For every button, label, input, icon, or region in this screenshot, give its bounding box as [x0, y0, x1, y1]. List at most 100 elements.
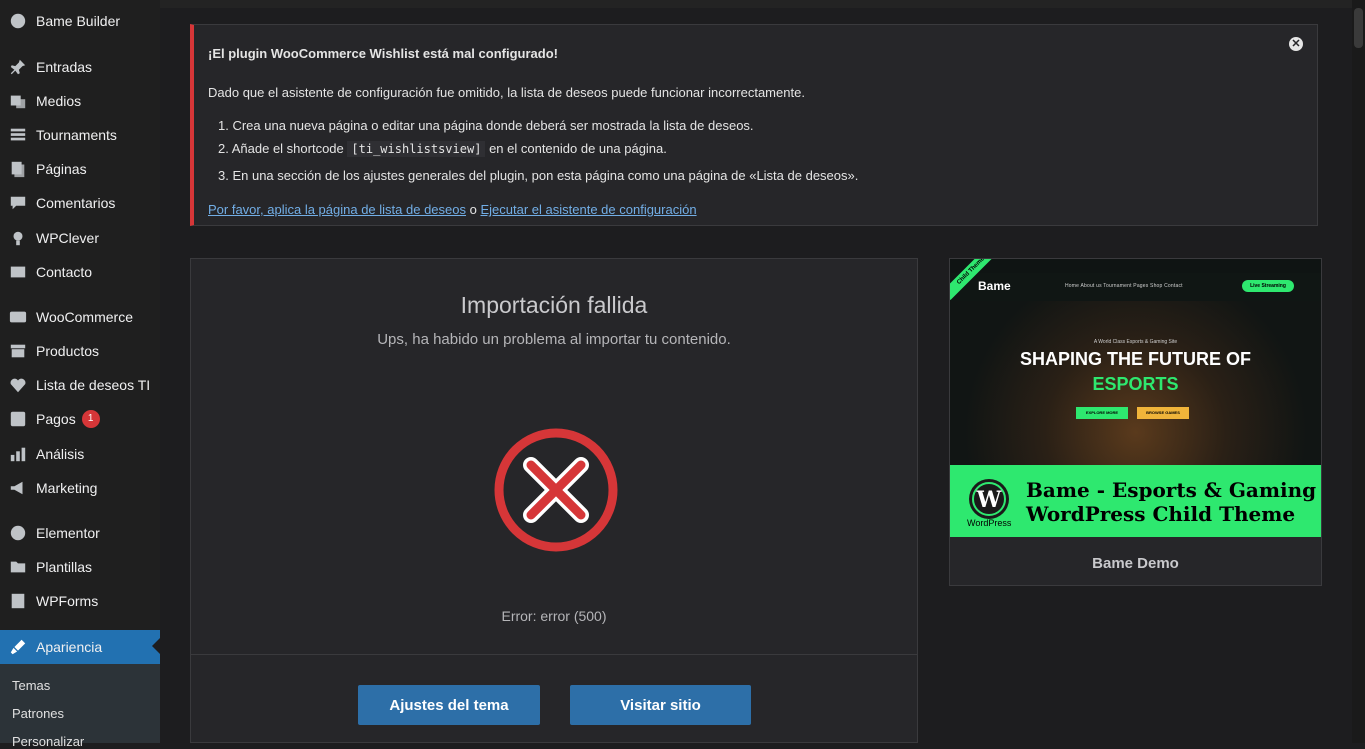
preview-tagline: A World Class Esports & Gaming Site [1093, 339, 1178, 345]
preview-band-title: Bame - Esports & Gaming WordPress Child … [1026, 478, 1316, 526]
preview-headline: SHAPING THE FUTURE OF [1019, 349, 1251, 369]
sidebar-item-apariencia[interactable]: Apariencia [0, 630, 160, 664]
sidebar-item-marketing[interactable]: Marketing [0, 473, 160, 503]
sidebar-item-lista-deseos[interactable]: Lista de deseos TI [0, 370, 160, 400]
sidebar-item-label: Contacto [36, 264, 93, 280]
media-icon [8, 91, 28, 111]
sidebar-item-contacto[interactable]: Contacto [0, 257, 160, 287]
step2-text: 2. Añade el shortcode [218, 141, 344, 156]
appearance-submenu: Temas Patrones Personalizar [0, 664, 160, 749]
sidebar-item-elementor[interactable]: Elementor [0, 518, 160, 548]
sidebar-item-entradas[interactable]: Entradas [0, 52, 160, 82]
import-subtitle: Ups, ha habido un problema al importar t… [377, 331, 731, 348]
mail-icon [8, 262, 28, 282]
heart-icon [8, 375, 28, 395]
sidebar-item-label: WPClever [36, 230, 100, 246]
sidebar-item-label: WooCommerce [36, 309, 133, 325]
scrollbar-thumb[interactable] [1354, 8, 1363, 48]
sidebar-item-woocommerce[interactable]: WooCommerce [0, 302, 160, 332]
top-strip [160, 0, 1365, 8]
import-error-message: Error: error (500) [501, 608, 607, 624]
pages-icon [8, 159, 28, 179]
preview-nav: Bame Home About us Tournament Pages Shop… [950, 273, 1321, 301]
sidebar-item-label: WPForms [36, 593, 99, 609]
sidebar-item-pagos[interactable]: Pagos 1 [0, 404, 160, 434]
list-icon [8, 125, 28, 145]
theme-preview-card[interactable]: Bame Home About us Tournament Pages Shop… [949, 258, 1322, 586]
sidebar-item-productos[interactable]: Productos [0, 336, 160, 366]
dollar-icon [8, 409, 28, 429]
elementor-icon [8, 523, 28, 543]
sidebar-item-plantillas[interactable]: Plantillas [0, 552, 160, 582]
sidebar-item-label: Tournaments [36, 127, 117, 143]
admin-sidebar: Bame Builder Entradas Medios Tournaments… [0, 0, 160, 749]
chart-icon [8, 444, 28, 464]
preview-title-band: W WordPress Bame - Esports & Gaming Word… [950, 465, 1321, 537]
sidebar-item-wpclever[interactable]: WPClever [0, 223, 160, 253]
preview-cta: Live Streaming [1242, 280, 1294, 292]
preview-hero: A World Class Esports & Gaming Site SHAP… [950, 301, 1321, 465]
band-title-line-1: Bame - Esports & Gaming [1026, 478, 1317, 502]
preview-menu: Home About us Tournament Pages Shop Cont… [1065, 283, 1183, 289]
preview-headline-accent: ESPORTS [1092, 374, 1179, 394]
sidebar-item-paginas[interactable]: Páginas [0, 154, 160, 184]
submenu-item-temas[interactable]: Temas [12, 678, 50, 693]
bulb-icon [8, 228, 28, 248]
scrollbar[interactable] [1352, 0, 1365, 743]
brush-icon [8, 637, 28, 657]
sidebar-item-label: Marketing [36, 480, 98, 496]
theme-screenshot: Bame Home About us Tournament Pages Shop… [950, 259, 1321, 537]
sidebar-item-label: Medios [36, 93, 82, 109]
sidebar-item-label: Entradas [36, 59, 93, 75]
sidebar-item-label: Comentarios [36, 195, 116, 211]
wordpress-logo-icon: W [969, 479, 1009, 519]
sidebar-item-analisis[interactable]: Análisis [0, 439, 160, 469]
notice-description: Dado que el asistente de configuración f… [208, 85, 805, 100]
sidebar-item-label: Páginas [36, 161, 87, 177]
sidebar-item-label: Elementor [36, 525, 100, 541]
run-setup-wizard-link[interactable]: Ejecutar el asistente de configuración [481, 202, 697, 217]
theme-name: Bame Demo [1092, 555, 1179, 572]
wordpress-label: WordPress [967, 518, 1012, 528]
notice-step-2: 2. Añade el shortcode [ti_wishlistsview]… [218, 141, 667, 157]
archive-icon [8, 341, 28, 361]
notice-title: ¡El plugin WooCommerce Wishlist está mal… [208, 46, 558, 61]
band-title-line-2: WordPress Child Theme [1026, 502, 1296, 526]
sidebar-item-bame-builder[interactable]: Bame Builder [0, 6, 160, 36]
visit-site-button[interactable]: Visitar sitio [570, 685, 751, 725]
apply-wishlist-page-link[interactable]: Por favor, aplica la página de lista de … [208, 202, 466, 217]
sidebar-item-wpforms[interactable]: WPForms [0, 586, 160, 616]
sidebar-item-comentarios[interactable]: Comentarios [0, 188, 160, 218]
sidebar-item-label: Apariencia [36, 639, 103, 655]
notice-step-1: 1. Crea una nueva página o editar una pá… [218, 118, 754, 133]
theme-settings-button[interactable]: Ajustes del tema [358, 685, 540, 725]
import-actions: Ajustes del tema Visitar sitio [191, 654, 917, 743]
pin-icon [8, 57, 28, 77]
import-title: Importación fallida [460, 292, 648, 318]
megaphone-icon [8, 478, 28, 498]
comment-icon [8, 193, 28, 213]
preview-logo: Bame [978, 279, 1011, 293]
preview-browse-button: BROWSE GAMES [1137, 407, 1189, 419]
submenu-item-patrones[interactable]: Patrones [12, 706, 64, 721]
form-icon [8, 591, 28, 611]
sidebar-item-medios[interactable]: Medios [0, 86, 160, 116]
sidebar-item-label: Productos [36, 343, 100, 359]
sidebar-item-tournaments[interactable]: Tournaments [0, 120, 160, 150]
close-icon[interactable]: ✕ [1289, 37, 1303, 51]
import-result-panel: Importación fallida Ups, ha habido un pr… [190, 258, 918, 743]
sidebar-item-label: Lista de deseos TI [36, 377, 151, 393]
submenu-item-personalizar[interactable]: Personalizar [12, 734, 84, 749]
notice-links: Por favor, aplica la página de lista de … [208, 202, 697, 217]
sidebar-item-label: Pagos [36, 411, 76, 427]
preview-explore-button: EXPLORE MORE [1076, 407, 1128, 419]
sidebar-item-label: Análisis [36, 446, 85, 462]
sidebar-item-label: Plantillas [36, 559, 93, 575]
svg-text:W: W [976, 487, 1002, 513]
step2-text-after: en el contenido de una página. [489, 141, 667, 156]
error-x-icon [494, 428, 618, 552]
sidebar-item-label: Bame Builder [36, 13, 121, 29]
notification-badge: 1 [81, 410, 100, 428]
woo-icon [8, 307, 28, 327]
background-area [918, 660, 1365, 743]
